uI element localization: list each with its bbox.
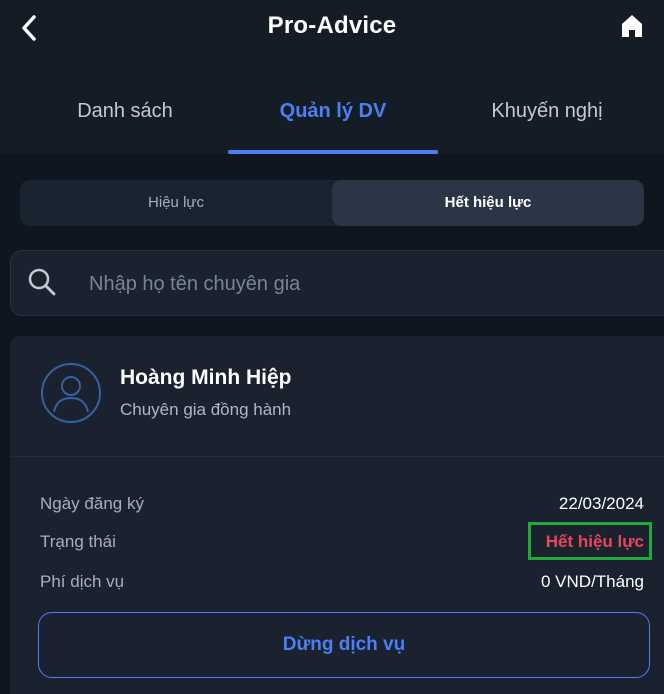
status-label: Trạng thái xyxy=(40,532,116,551)
user-avatar-icon xyxy=(41,363,101,423)
search-bar xyxy=(10,250,664,316)
expert-name: Hoàng Minh Hiệp xyxy=(120,366,292,389)
card-divider xyxy=(10,456,664,457)
service-fee-label: Phí dịch vụ xyxy=(40,572,125,591)
home-button[interactable] xyxy=(616,10,648,42)
segment-het-hieu-luc[interactable]: Hết hiệu lực xyxy=(332,180,644,226)
tab-khuyen-nghi[interactable]: Khuyến nghị xyxy=(440,100,654,123)
status-segment-control: Hiệu lực Hết hiệu lực xyxy=(20,180,644,226)
home-icon xyxy=(622,15,642,37)
app-header: Pro-Advice xyxy=(0,0,664,60)
service-fee-value: 0 VND/Tháng xyxy=(541,572,644,591)
search-input[interactable] xyxy=(87,267,631,301)
status-value: Hết hiệu lực xyxy=(545,532,644,551)
tab-quan-ly-dv[interactable]: Quản lý DV xyxy=(228,100,438,123)
search-icon xyxy=(28,268,56,296)
stop-service-button[interactable]: Dừng dịch vụ xyxy=(38,612,650,678)
registration-date-label: Ngày đăng ký xyxy=(40,494,144,513)
main-content: Hiệu lực Hết hiệu lực Hoàng Minh Hiệp Ch… xyxy=(0,154,664,694)
registration-date-value: 22/03/2024 xyxy=(558,494,644,513)
segment-hieu-luc[interactable]: Hiệu lực xyxy=(20,180,332,226)
expert-role: Chuyên gia đồng hành xyxy=(120,400,292,419)
tab-bar: Danh sách Quản lý DV Khuyến nghị xyxy=(0,60,664,154)
tab-danh-sach[interactable]: Danh sách xyxy=(20,100,230,123)
expert-service-card: Hoàng Minh Hiệp Chuyên gia đồng hành Ngà… xyxy=(10,336,664,694)
page-title: Pro-Advice xyxy=(267,12,397,39)
